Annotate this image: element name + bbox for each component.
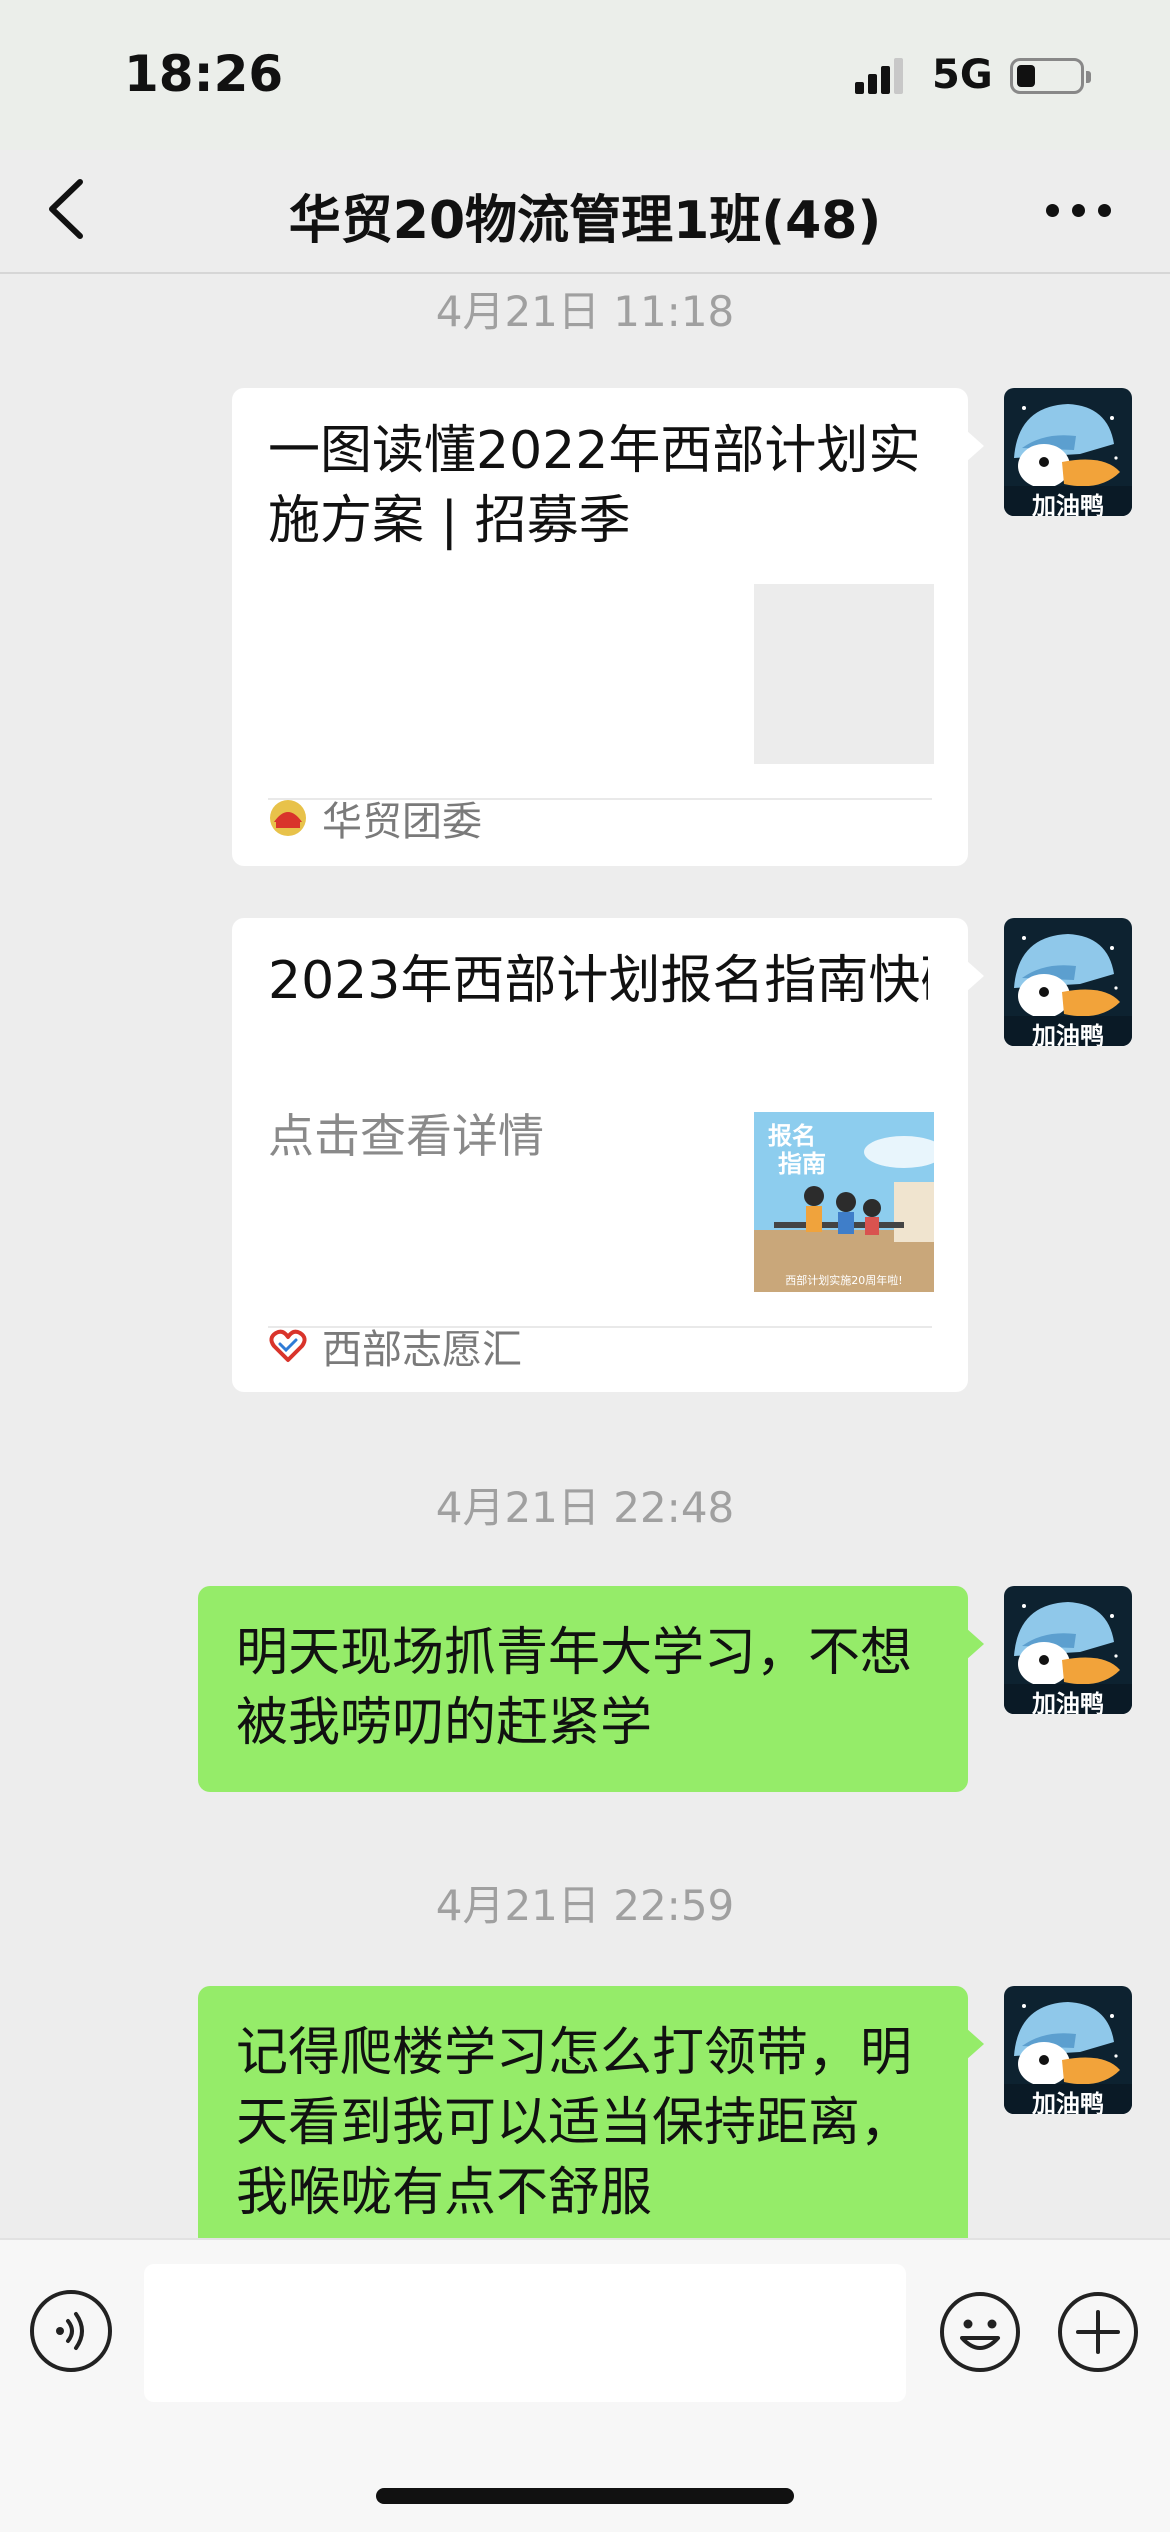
- message-timestamp: 4月21日 22:59: [435, 1881, 735, 1930]
- link-card-source: 西部志愿汇: [268, 1316, 522, 1376]
- input-bar: [0, 2238, 1170, 2532]
- battery-low-icon: [1010, 58, 1091, 94]
- bubble-arrow: [966, 1628, 984, 1660]
- message-timestamp: 4月21日 22:48: [435, 1483, 735, 1532]
- avatar-caption: 加油鸭: [1032, 492, 1104, 516]
- chat-bubble[interactable]: 记得爬楼学习怎么打领带，明天看到我可以适当保持距离，我喉咙有点不舒服: [198, 1986, 968, 2276]
- chat-screen: 18:26 5G 华贸20物流管理1班(48) 4月21日 11:18 加油鸭 …: [0, 0, 1170, 2532]
- youth-league-emblem-icon: [270, 800, 306, 836]
- avatar-caption: 加油鸭: [1032, 1022, 1104, 1046]
- bubble-arrow: [966, 2028, 984, 2060]
- link-card-thumbnail: [754, 584, 934, 764]
- link-card-source: 华贸团委: [268, 788, 482, 848]
- chevron-left-icon[interactable]: [40, 174, 100, 244]
- nav-bar: 华贸20物流管理1班(48): [0, 150, 1170, 274]
- thumbnail-footer: 西部计划实施20周年啦!: [785, 1274, 903, 1287]
- duck-avatar-icon[interactable]: 加油鸭: [1004, 1586, 1132, 1714]
- chat-bubble-text: 记得爬楼学习怎么打领带，明天看到我可以适当保持距离，我喉咙有点不舒服: [236, 2023, 913, 2223]
- heart-logo-icon: [269, 1329, 307, 1362]
- link-card[interactable]: 2023年西部计划报名指南快码住！手把手教你… 点击查看详情 报名 指南 西部计…: [232, 918, 968, 1392]
- emoji-icon[interactable]: [938, 2290, 1022, 2374]
- link-card-source-name: 西部志愿汇: [322, 1327, 522, 1373]
- status-time: 18:26: [124, 45, 284, 103]
- duck-avatar-icon[interactable]: 加油鸭: [1004, 1986, 1132, 2114]
- duck-avatar-icon[interactable]: 加油鸭: [1004, 918, 1132, 1046]
- chat-bubble[interactable]: 明天现场抓青年大学习，不想被我唠叨的赶紧学: [198, 1586, 968, 1792]
- link-card-source-name: 华贸团委: [322, 799, 482, 845]
- link-card-thumbnail: 报名 指南 西部计划实施20周年啦!: [754, 1112, 934, 1292]
- link-card-title: 一图读懂2022年西部计划实施方案 | 招募季: [268, 421, 921, 551]
- network-label: 5G: [932, 52, 993, 98]
- message-timestamp: 4月21日 11:18: [435, 287, 735, 336]
- avatar-caption: 加油鸭: [1032, 2090, 1104, 2114]
- avatar-caption: 加油鸭: [1032, 1690, 1104, 1714]
- message-input[interactable]: [144, 2264, 906, 2402]
- chat-title: 华贸20物流管理1班(48): [288, 191, 882, 251]
- home-indicator[interactable]: [376, 2488, 794, 2504]
- voice-input-icon[interactable]: [30, 2290, 112, 2372]
- duck-avatar-icon[interactable]: 加油鸭: [1004, 388, 1132, 516]
- cellular-signal-icon: [855, 58, 905, 94]
- more-dots-icon[interactable]: [1046, 200, 1116, 220]
- thumbnail-headline: 报名 指南: [768, 1122, 826, 1178]
- bubble-arrow: [966, 430, 984, 462]
- status-bar: 18:26 5G: [0, 0, 1170, 150]
- link-card[interactable]: 一图读懂2022年西部计划实施方案 | 招募季 华贸团委: [232, 388, 968, 866]
- link-card-title: 2023年西部计划报名指南快码住！手把手教你…: [268, 951, 928, 1011]
- plus-icon[interactable]: [1056, 2290, 1140, 2374]
- bubble-arrow: [966, 960, 984, 992]
- link-card-description: 点击查看详情: [268, 1109, 544, 1163]
- chat-bubble-text: 明天现场抓青年大学习，不想被我唠叨的赶紧学: [236, 1623, 913, 1753]
